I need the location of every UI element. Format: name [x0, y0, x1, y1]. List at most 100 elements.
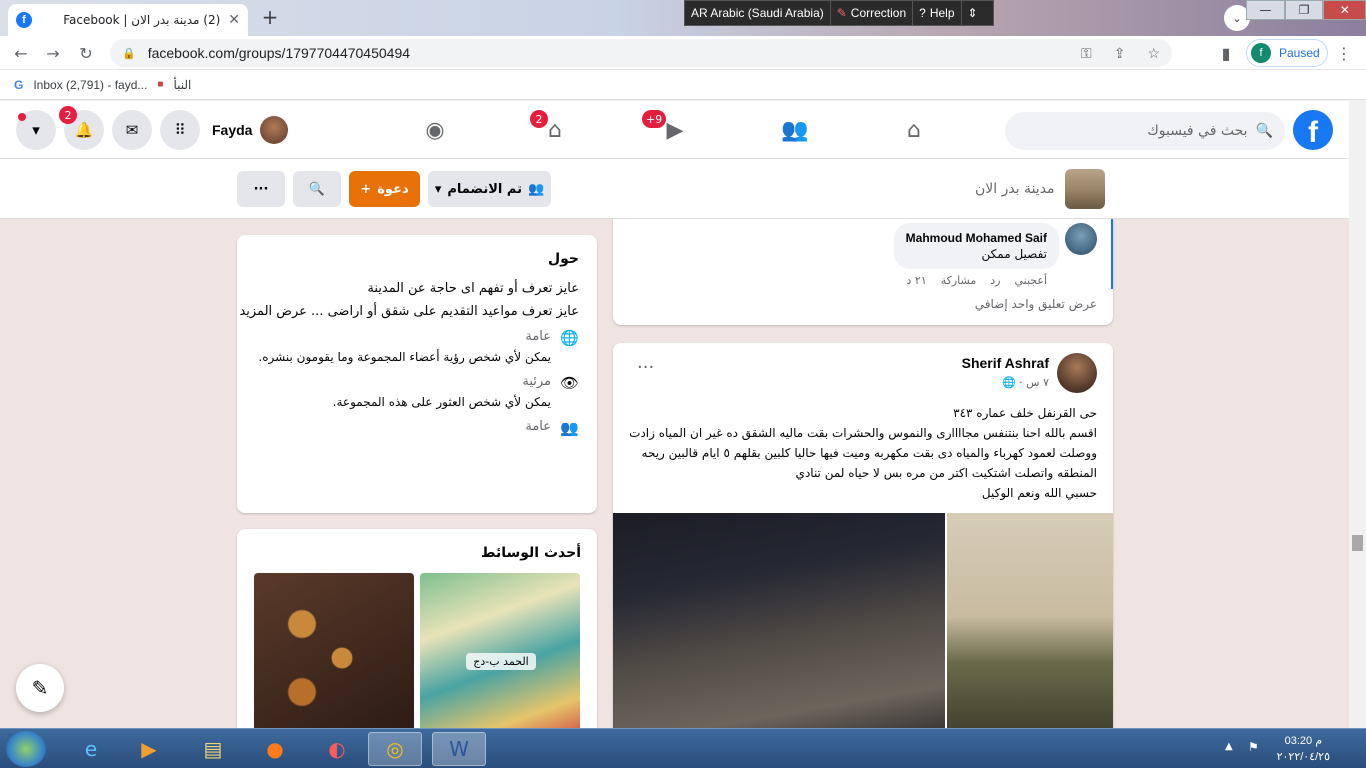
share-link[interactable]: مشاركة: [941, 274, 977, 287]
opera-icon[interactable]: ◐: [310, 732, 364, 766]
new-tab-button[interactable]: +: [256, 5, 284, 29]
media-thumbnail-1[interactable]: الحمد ب-دج: [420, 573, 580, 728]
joined-button[interactable]: ▾ تم الانضمام 👥: [428, 171, 551, 207]
search-placeholder: بحث في فيسبوك: [1147, 123, 1248, 139]
ellipsis-icon: ···: [637, 357, 655, 378]
lock-icon[interactable]: 🔒: [122, 47, 136, 60]
scrollbar-thumb[interactable]: [1352, 535, 1363, 551]
back-arrow-icon[interactable]: ←: [10, 42, 32, 64]
like-link[interactable]: أعجبني: [1014, 274, 1047, 287]
groups-nav-icon[interactable]: ◉: [415, 113, 455, 147]
messenger-button[interactable]: ✉: [112, 110, 152, 150]
ellipsis-icon: ···: [253, 181, 269, 197]
recent-media-card: أحدث الوسائط الحمد ب-دج: [237, 529, 597, 728]
invite-button[interactable]: + دعوة: [349, 171, 420, 207]
omnibox-actions: ⚿ ⇪ ☆: [1081, 45, 1160, 62]
user-name: Fayda: [212, 122, 253, 138]
user-profile-link[interactable]: Fayda: [212, 114, 289, 146]
post-photo-1[interactable]: [613, 513, 945, 728]
correction-button[interactable]: ✎ Correction: [831, 1, 914, 25]
post-author-name[interactable]: Sherif Ashraf: [962, 355, 1049, 371]
share-icon[interactable]: ⇪: [1114, 45, 1126, 62]
taskbar-clock[interactable]: 03:20 م ٢٠٢٢/٠٤/٢٥: [1277, 733, 1330, 765]
minimize-button[interactable]: —: [1246, 0, 1285, 20]
commenter-avatar[interactable]: [1065, 223, 1097, 255]
about-line-2[interactable]: عايز تعرف مواعيد التقديم على شقق أو اراض…: [239, 304, 579, 319]
langbar-options-icon[interactable]: ⇕: [962, 1, 984, 25]
post-line: المنطقه واتصلت اشتكيت اكتر من مره بس لا …: [795, 466, 1097, 480]
reload-icon[interactable]: ↻: [75, 42, 97, 64]
reply-link[interactable]: رد: [990, 274, 1000, 287]
media-player-icon[interactable]: ▶: [122, 732, 176, 766]
view-more-comments-link[interactable]: عرض تعليق واحد إضافي: [975, 297, 1097, 311]
close-tab-icon[interactable]: ✕: [228, 12, 240, 28]
internet-explorer-icon[interactable]: e: [64, 732, 118, 766]
profile-button[interactable]: f Paused: [1246, 39, 1328, 67]
watch-badge: +9: [642, 110, 667, 128]
tray-expand-icon[interactable]: ▲: [1225, 741, 1233, 752]
compose-icon: ✎: [31, 676, 49, 700]
side-panel-icon[interactable]: ▮: [1215, 42, 1237, 64]
address-toolbar: ← → ↻ 🔒 facebook.com/groups/179770447045…: [0, 36, 1366, 70]
bookmark-naba-icon: ■: [157, 79, 164, 90]
menu-grid-button[interactable]: ⠿: [160, 110, 200, 150]
grid-icon: ⠿: [174, 121, 186, 139]
media-thumbnail-2[interactable]: [254, 573, 414, 728]
facebook-search-input[interactable]: بحث في فيسبوك 🔍: [1005, 112, 1285, 150]
account-alert-dot: [18, 113, 26, 121]
tab-title: (2) مدينة بدر الان | Facebook: [63, 13, 221, 27]
general-title: عامة: [525, 419, 551, 434]
post-time[interactable]: ٧ س · 🌐: [1002, 376, 1049, 389]
omnibox[interactable]: 🔒 facebook.com/groups/1797704470450494 ⚿…: [110, 39, 1172, 67]
word-icon[interactable]: W: [432, 732, 486, 766]
friends-nav-icon[interactable]: 👥: [775, 113, 815, 147]
bookmark-naba[interactable]: النبأ: [173, 78, 191, 92]
group-feed-area: حول عايز تعرف أو تفهم اى حاجة عن المدينة…: [0, 219, 1349, 728]
privacy-title: عامة: [525, 329, 551, 344]
star-icon[interactable]: ☆: [1147, 45, 1160, 62]
close-window-button[interactable]: ✕: [1323, 0, 1366, 20]
post-photo-2[interactable]: [947, 513, 1113, 728]
group-name[interactable]: مدينة بدر الان: [975, 181, 1055, 197]
commenter-name[interactable]: Mahmoud Mohamed Saif: [906, 231, 1047, 245]
more-options-button[interactable]: ···: [237, 171, 285, 207]
group-search-button[interactable]: 🔍: [293, 171, 341, 207]
comment-time[interactable]: ٢١ د: [907, 274, 927, 287]
language-indicator[interactable]: AR Arabic (Saudi Arabia): [685, 1, 831, 25]
help-button[interactable]: ? Help: [913, 1, 962, 25]
facebook-logo-icon[interactable]: f: [1293, 110, 1333, 150]
url-text[interactable]: facebook.com/groups/1797704470450494: [148, 45, 410, 61]
group-thumbnail[interactable]: [1065, 169, 1105, 209]
correction-icon: ✎: [836, 6, 847, 20]
media-thumbnail-1-text: الحمد ب-دج: [466, 653, 536, 670]
comment-text: تفصيل ممكن: [981, 247, 1047, 261]
bookmark-inbox[interactable]: Inbox (2,791) - fayd...: [33, 78, 147, 92]
key-icon[interactable]: ⚿: [1081, 45, 1092, 62]
group-header-bar: ··· 🔍 + دعوة ▾ تم الانضمام 👥 مدينة بدر ا…: [0, 159, 1349, 219]
notifications-badge: 2: [59, 106, 77, 124]
forward-arrow-icon[interactable]: →: [42, 42, 64, 64]
members-icon: 👥: [527, 181, 545, 197]
chrome-icon[interactable]: ◎: [368, 732, 422, 766]
post-author-avatar[interactable]: [1057, 353, 1097, 393]
post-line: حسبي الله ونعم الوكيل: [981, 486, 1097, 500]
recent-media-title: أحدث الوسائط: [480, 545, 581, 561]
page-scrollbar[interactable]: [1349, 101, 1366, 728]
visibility-title: مرئية: [522, 374, 551, 389]
post-options-button[interactable]: ···: [637, 357, 654, 378]
menu-kebab-icon[interactable]: ⋮: [1333, 42, 1355, 64]
visibility-desc: يمكن لأي شخص العثور على هذه المجموعة.: [332, 395, 551, 409]
help-icon: ?: [919, 6, 926, 20]
privacy-row: 🌐 عامة يمكن لأي شخص رؤية أعضاء المجموعة …: [255, 329, 579, 364]
maximize-button[interactable]: ❐: [1284, 0, 1324, 20]
privacy-desc: يمكن لأي شخص رؤية أعضاء المجموعة وما يقو…: [258, 350, 551, 364]
home-nav-icon[interactable]: ⌂: [894, 113, 934, 147]
file-explorer-icon[interactable]: ▤: [186, 732, 240, 766]
start-button[interactable]: [6, 731, 46, 767]
new-message-button[interactable]: ✎: [16, 664, 64, 712]
language-bar[interactable]: AR Arabic (Saudi Arabia) ✎ Correction ? He…: [684, 0, 994, 26]
firefox-icon[interactable]: ●: [248, 732, 302, 766]
windows-taskbar: e ▶ ▤ ● ◐ ◎ W ▲ ⚑ 03:20 م ٢٠٢٢/٠٤/٢٥: [0, 728, 1366, 768]
browser-tab[interactable]: f (2) مدينة بدر الان | Facebook ✕: [8, 4, 248, 36]
tray-flag-icon[interactable]: ⚑: [1248, 740, 1259, 754]
